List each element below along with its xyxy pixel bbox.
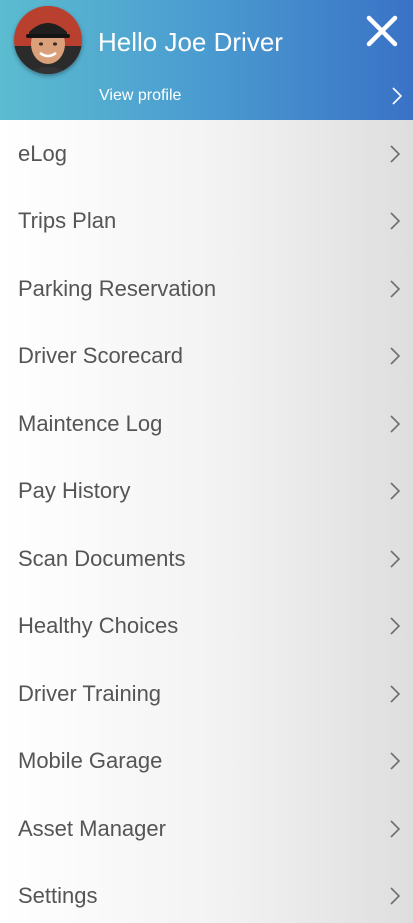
- avatar-image: [14, 6, 82, 74]
- menu-item-healthy-choices[interactable]: Healthy Choices: [0, 593, 413, 661]
- menu-item-label: Parking Reservation: [18, 275, 217, 301]
- close-icon: [366, 15, 398, 47]
- menu-item-driver-training[interactable]: Driver Training: [0, 660, 413, 728]
- menu-item-pay-history[interactable]: Pay History: [0, 458, 413, 526]
- menu-item-label: Mobile Garage: [18, 748, 163, 774]
- menu-item-settings[interactable]: Settings: [0, 863, 413, 923]
- chevron-right-icon: [390, 145, 401, 163]
- menu-item-label: Healthy Choices: [18, 613, 179, 639]
- menu-item-label: Pay History: [18, 478, 131, 504]
- menu-item-mobile-garage[interactable]: Mobile Garage: [0, 728, 413, 796]
- drawer-menu: eLog Trips Plan Parking Reservation Driv…: [0, 120, 413, 923]
- menu-item-trips-plan[interactable]: Trips Plan: [0, 188, 413, 256]
- menu-item-maintence-log[interactable]: Maintence Log: [0, 390, 413, 458]
- menu-item-label: Scan Documents: [18, 545, 186, 571]
- menu-item-label: eLog: [18, 140, 67, 166]
- chevron-right-icon: [390, 685, 401, 703]
- menu-item-driver-scorecard[interactable]: Driver Scorecard: [0, 323, 413, 391]
- chevron-right-icon: [390, 550, 401, 568]
- chevron-right-icon: [390, 617, 401, 635]
- menu-item-elog[interactable]: eLog: [0, 120, 413, 188]
- chevron-right-icon: [390, 887, 401, 905]
- chevron-right-icon: [390, 482, 401, 500]
- chevron-right-icon: [390, 347, 401, 365]
- drawer-header: Hello Joe Driver View profile: [0, 0, 413, 120]
- menu-item-label: Settings: [18, 883, 98, 909]
- view-profile-label: View profile: [99, 87, 182, 104]
- menu-item-label: Asset Manager: [18, 815, 166, 841]
- menu-item-label: Driver Scorecard: [18, 343, 184, 369]
- greeting-text: Hello Joe Driver: [98, 27, 283, 57]
- chevron-right-icon: [390, 820, 401, 838]
- chevron-right-icon: [390, 212, 401, 230]
- close-button[interactable]: [363, 12, 401, 50]
- menu-item-label: Trips Plan: [18, 208, 117, 234]
- chevron-right-icon: [392, 87, 403, 105]
- chevron-right-icon: [390, 280, 401, 298]
- menu-item-scan-documents[interactable]: Scan Documents: [0, 525, 413, 593]
- view-profile-link[interactable]: View profile: [0, 74, 413, 120]
- chevron-right-icon: [390, 752, 401, 770]
- avatar[interactable]: [14, 6, 82, 74]
- menu-item-asset-manager[interactable]: Asset Manager: [0, 795, 413, 863]
- chevron-right-icon: [390, 415, 401, 433]
- menu-item-label: Maintence Log: [18, 410, 163, 436]
- navigation-drawer: Hello Joe Driver View profile eLog Trips…: [0, 0, 413, 923]
- menu-item-parking-reservation[interactable]: Parking Reservation: [0, 255, 413, 323]
- menu-item-label: Driver Training: [18, 680, 162, 706]
